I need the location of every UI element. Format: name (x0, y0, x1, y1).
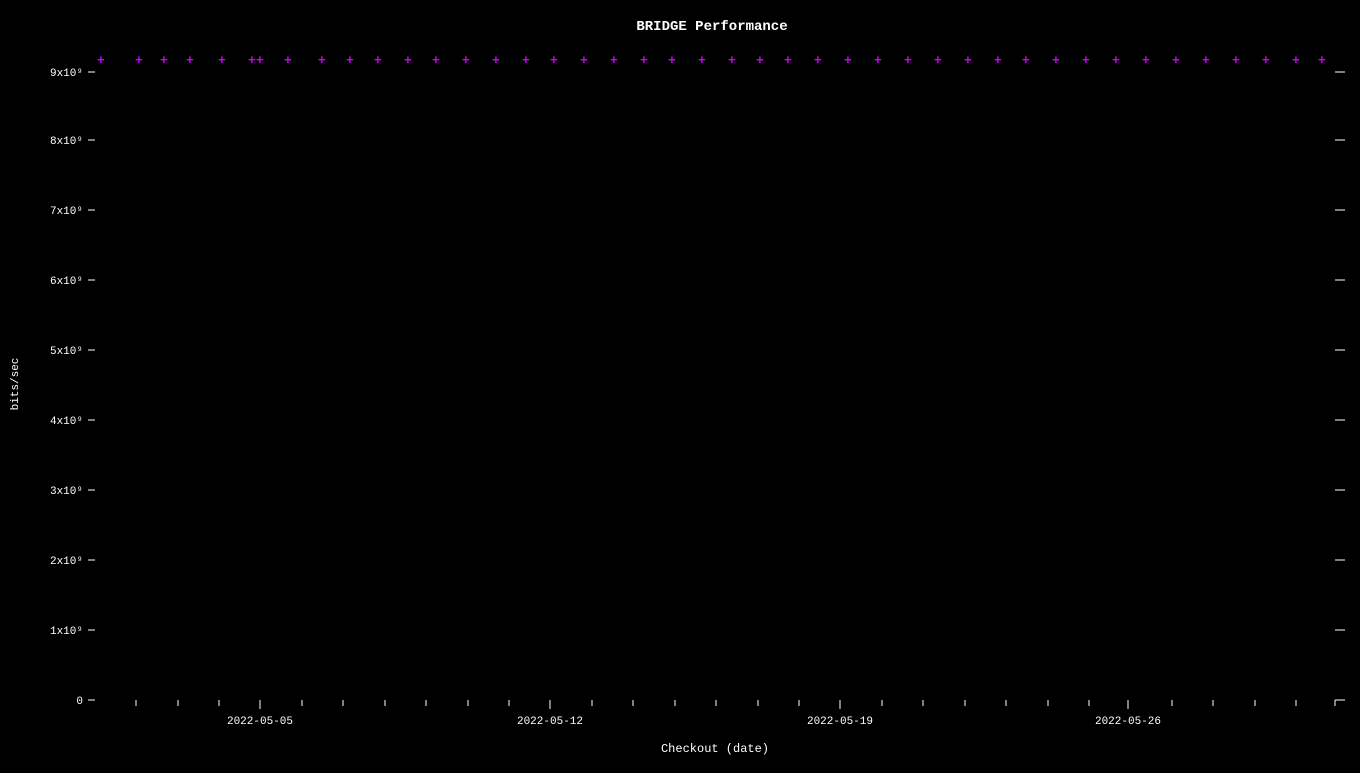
svg-text:+: + (668, 53, 676, 68)
svg-text:+: + (256, 53, 264, 68)
svg-text:2x10⁹: 2x10⁹ (50, 556, 83, 568)
svg-text:+: + (814, 53, 822, 68)
svg-text:+: + (994, 53, 1002, 68)
svg-text:+: + (1112, 53, 1120, 68)
svg-text:+: + (1022, 53, 1030, 68)
svg-text:8x10⁹: 8x10⁹ (50, 136, 83, 148)
svg-text:+: + (964, 53, 972, 68)
x-tick-label-4: 2022-05-26 (1095, 716, 1161, 728)
svg-text:+: + (934, 53, 942, 68)
svg-text:+: + (248, 53, 256, 68)
x-tick-label-1: 2022-05-05 (227, 716, 293, 728)
svg-text:+: + (1232, 53, 1240, 68)
svg-text:+: + (160, 53, 168, 68)
x-tick-label-2: 2022-05-12 (517, 716, 583, 728)
x-axis-label: Checkout (date) (661, 742, 769, 756)
svg-text:+: + (97, 53, 105, 68)
svg-text:+: + (284, 53, 292, 68)
svg-text:+: + (784, 53, 792, 68)
svg-text:+: + (1318, 53, 1326, 68)
svg-text:+: + (580, 53, 588, 68)
svg-text:+: + (318, 53, 326, 68)
svg-text:+: + (404, 53, 412, 68)
y-axis-label: bits/sec (10, 358, 22, 411)
svg-text:+: + (1052, 53, 1060, 68)
svg-text:7x10⁹: 7x10⁹ (50, 206, 83, 218)
svg-text:1x10⁹: 1x10⁹ (50, 626, 83, 638)
svg-text:6x10⁹: 6x10⁹ (50, 276, 83, 288)
svg-text:+: + (462, 53, 470, 68)
svg-text:+: + (1262, 53, 1270, 68)
svg-text:+: + (1172, 53, 1180, 68)
svg-text:+: + (874, 53, 882, 68)
x-tick-label-3: 2022-05-19 (807, 716, 873, 728)
svg-text:+: + (374, 53, 382, 68)
svg-text:+: + (1082, 53, 1090, 68)
svg-text:0: 0 (76, 696, 83, 708)
svg-text:+: + (522, 53, 530, 68)
svg-text:+: + (492, 53, 500, 68)
svg-text:+: + (698, 53, 706, 68)
svg-text:+: + (1292, 53, 1300, 68)
svg-text:+: + (346, 53, 354, 68)
svg-text:+: + (756, 53, 764, 68)
svg-text:+: + (186, 53, 194, 68)
svg-text:4x10⁹: 4x10⁹ (50, 416, 83, 428)
svg-text:+: + (550, 53, 558, 68)
svg-text:+: + (1202, 53, 1210, 68)
svg-text:+: + (218, 53, 226, 68)
svg-text:5x10⁹: 5x10⁹ (50, 346, 83, 358)
svg-text:+: + (135, 53, 143, 68)
svg-text:+: + (728, 53, 736, 68)
svg-text:+: + (844, 53, 852, 68)
svg-text:+: + (640, 53, 648, 68)
svg-text:+: + (1142, 53, 1150, 68)
svg-text:+: + (610, 53, 618, 68)
chart-title: BRIDGE Performance (636, 19, 787, 35)
svg-text:9x10⁹: 9x10⁹ (50, 68, 83, 80)
chart-container: BRIDGE Performance bits/sec 0 1x10⁹ 2x10… (0, 0, 1360, 768)
svg-text:3x10⁹: 3x10⁹ (50, 486, 83, 498)
svg-text:+: + (904, 53, 912, 68)
svg-text:+: + (432, 53, 440, 68)
